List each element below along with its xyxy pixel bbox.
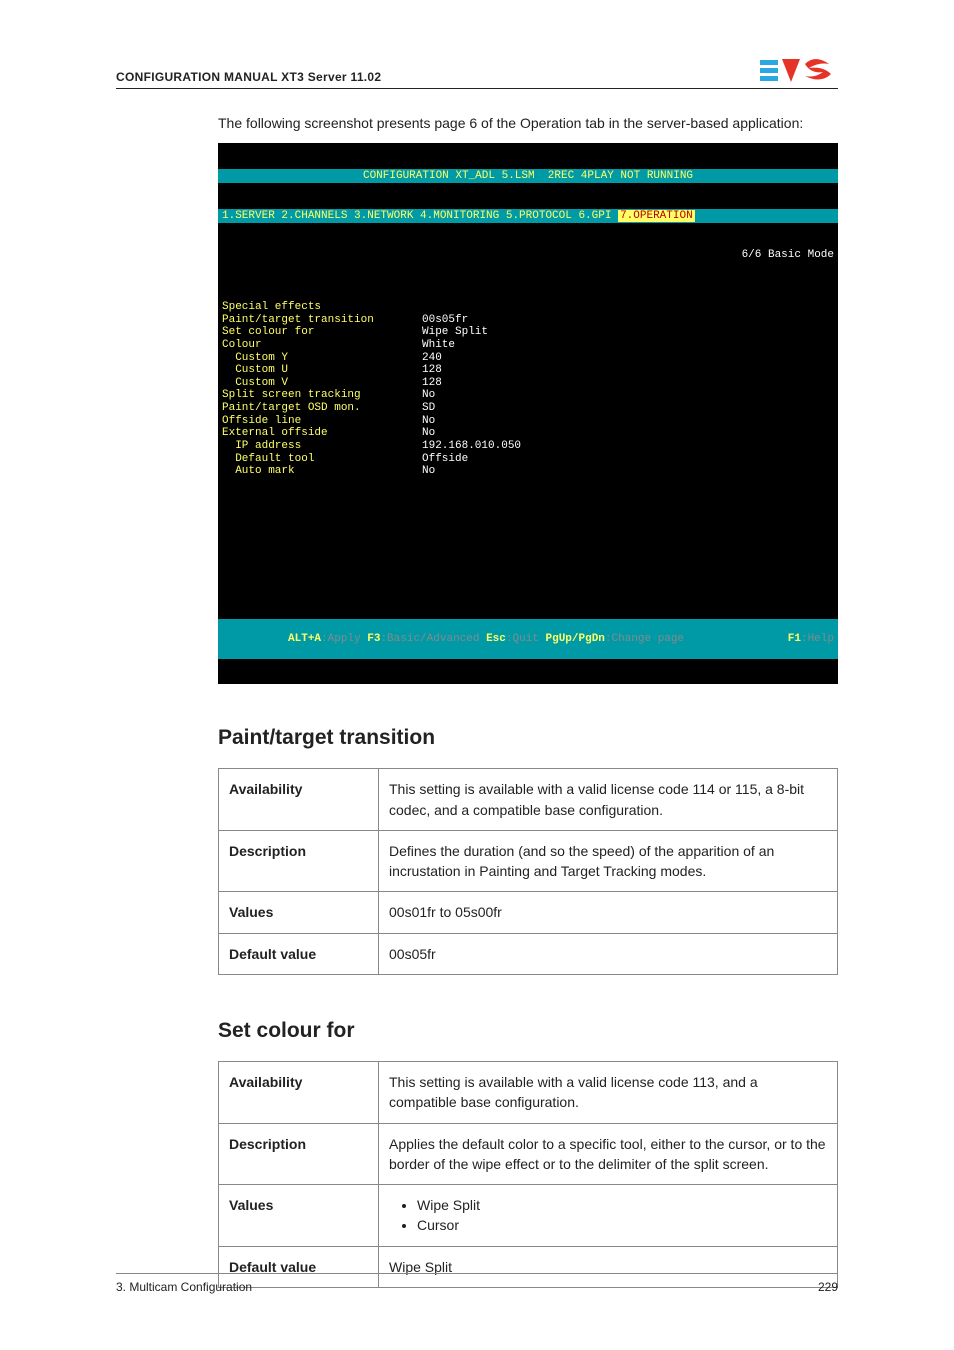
terminal-row-value: 00s05fr <box>422 314 468 327</box>
list-item: Cursor <box>417 1215 827 1235</box>
terminal-row-label: Custom Y <box>222 352 422 365</box>
terminal-title: CONFIGURATION XT_ADL 5.LSM 2REC 4PLAY NO… <box>218 169 838 184</box>
terminal-row-label: Colour <box>222 339 422 352</box>
terminal-footer: ALT+A:Apply F3:Basic/Advanced Esc:Quit P… <box>218 619 838 659</box>
cell-availability-k: Availability <box>219 1061 379 1123</box>
footer-page-number: 229 <box>818 1280 838 1294</box>
terminal-body: Special effects Paint/target transition0… <box>218 288 838 593</box>
terminal-row-label: Split screen tracking <box>222 389 422 402</box>
table-paint-target: Availability This setting is available w… <box>218 768 838 975</box>
terminal-row-value: 192.168.010.050 <box>422 440 521 453</box>
terminal-row-value: 128 <box>422 377 442 390</box>
manual-title: CONFIGURATION MANUAL XT3 Server 11.02 <box>116 70 381 84</box>
cell-availability-v: This setting is available with a valid l… <box>379 769 838 831</box>
terminal-row-value: Wipe Split <box>422 326 488 339</box>
cell-availability-v: This setting is available with a valid l… <box>379 1061 838 1123</box>
terminal-row-label: Default tool <box>222 453 422 466</box>
terminal-row-label: Paint/target transition <box>222 314 422 327</box>
terminal-mode: 6/6 Basic Mode <box>218 248 838 263</box>
cell-description-k: Description <box>219 830 379 892</box>
terminal-row-value: 240 <box>422 352 442 365</box>
intro-text: The following screenshot presents page 6… <box>218 113 838 133</box>
table-row: Availability This setting is available w… <box>219 769 838 831</box>
cell-values-k: Values <box>219 892 379 933</box>
terminal-row-value: SD <box>422 402 435 415</box>
cell-description-v: Defines the duration (and so the speed) … <box>379 830 838 892</box>
section-heading-set-colour: Set colour for <box>218 1019 838 1043</box>
terminal-row-label: Set colour for <box>222 326 422 339</box>
terminal-row-value: White <box>422 339 455 352</box>
cell-values-v: 00s01fr to 05s00fr <box>379 892 838 933</box>
terminal-row-value: No <box>422 427 435 440</box>
terminal-row-value: No <box>422 389 435 402</box>
evs-logo <box>760 56 838 84</box>
page-footer: 3. Multicam Configuration 229 <box>116 1273 838 1294</box>
list-item: Wipe Split <box>417 1195 827 1215</box>
terminal-row-value: Offside <box>422 453 468 466</box>
terminal-row-label: Custom U <box>222 364 422 377</box>
cell-default-v: 00s05fr <box>379 933 838 974</box>
footer-section: 3. Multicam Configuration <box>116 1280 252 1294</box>
cell-values-k: Values <box>219 1185 379 1247</box>
terminal-row-label: IP address <box>222 440 422 453</box>
cell-description-k: Description <box>219 1123 379 1185</box>
cell-description-v: Applies the default color to a specific … <box>379 1123 838 1185</box>
terminal-row-value: No <box>422 415 435 428</box>
table-set-colour: Availability This setting is available w… <box>218 1061 838 1288</box>
table-row: Availability This setting is available w… <box>219 1061 838 1123</box>
terminal-row-label: Custom V <box>222 377 422 390</box>
table-row: Values 00s01fr to 05s00fr <box>219 892 838 933</box>
terminal-row-value: 128 <box>422 364 442 377</box>
terminal-row-label: Paint/target OSD mon. <box>222 402 422 415</box>
table-row: Values Wipe Split Cursor <box>219 1185 838 1247</box>
cell-values-v: Wipe Split Cursor <box>379 1185 838 1247</box>
page-header: CONFIGURATION MANUAL XT3 Server 11.02 <box>116 56 838 89</box>
terminal-section-label: Special effects <box>222 301 321 313</box>
cell-default-k: Default value <box>219 933 379 974</box>
terminal-row-label: External offside <box>222 427 422 440</box>
table-row: Description Defines the duration (and so… <box>219 830 838 892</box>
terminal-row-value: No <box>422 465 435 478</box>
table-row: Default value 00s05fr <box>219 933 838 974</box>
section-heading-paint-target: Paint/target transition <box>218 726 838 750</box>
table-row: Description Applies the default color to… <box>219 1123 838 1185</box>
terminal-row-label: Offside line <box>222 415 422 428</box>
terminal-row-label: Auto mark <box>222 465 422 478</box>
cell-availability-k: Availability <box>219 769 379 831</box>
terminal-screenshot: CONFIGURATION XT_ADL 5.LSM 2REC 4PLAY NO… <box>218 143 838 684</box>
terminal-tab-active: 7.OPERATION <box>618 210 695 222</box>
terminal-tabs: 1.SERVER 2.CHANNELS 3.NETWORK 4.MONITORI… <box>218 209 838 224</box>
